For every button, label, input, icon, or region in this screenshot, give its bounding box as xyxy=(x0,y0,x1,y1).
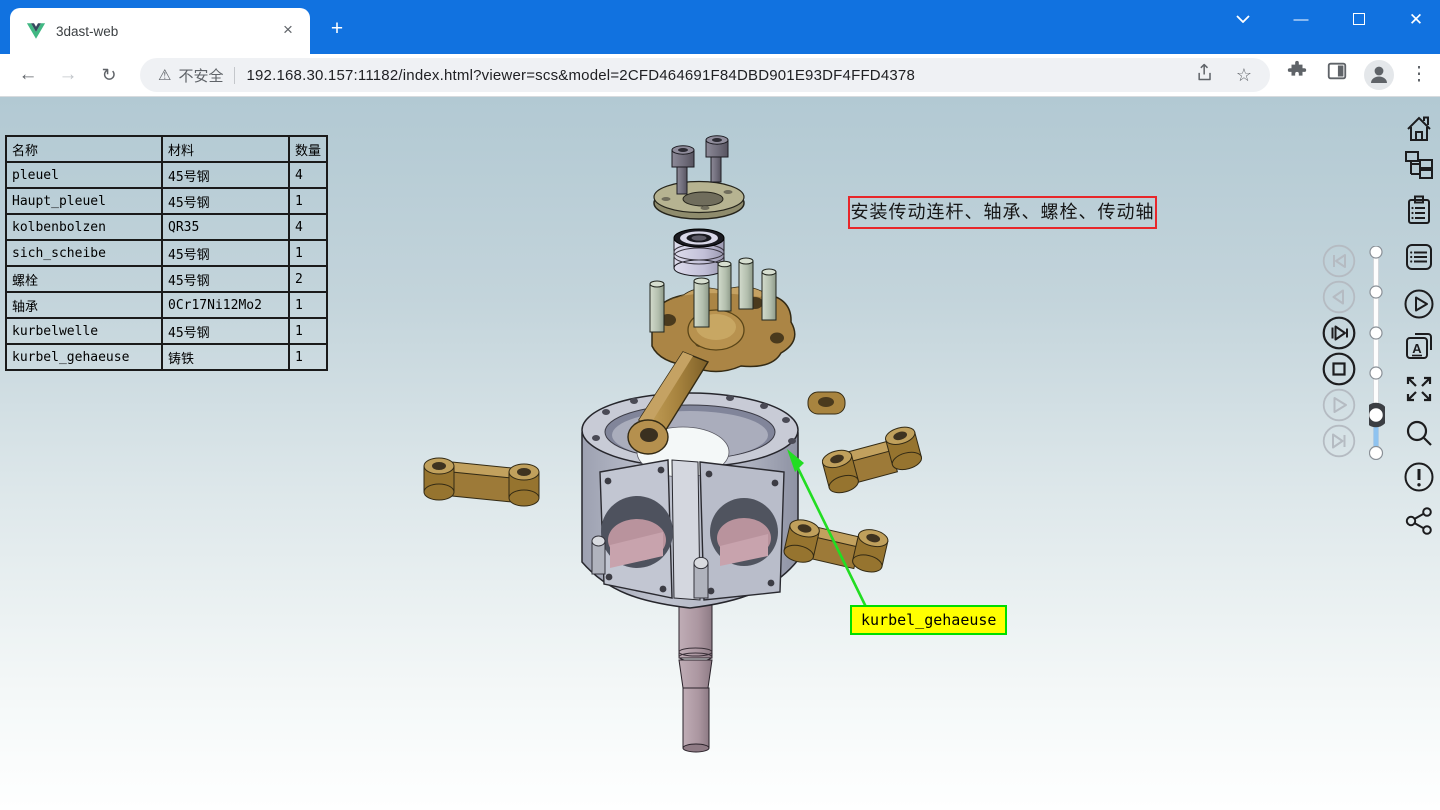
share-page-icon[interactable] xyxy=(1192,62,1218,88)
bom-cell: 1 xyxy=(289,188,327,214)
bom-cell: kolbenbolzen xyxy=(6,214,162,240)
bom-cell: 45号钢 xyxy=(162,318,289,344)
bom-cell: 45号钢 xyxy=(162,266,289,292)
stop-button[interactable] xyxy=(1322,352,1356,386)
bom-header-row: 名称 材料 数量 xyxy=(6,136,327,162)
part-kurbelwelle[interactable] xyxy=(679,596,712,752)
bom-cell: 45号钢 xyxy=(162,162,289,188)
auto-play-icon[interactable] xyxy=(1403,288,1435,320)
table-row: pleuel45号钢4 xyxy=(6,162,327,188)
bom-cell: QR35 xyxy=(162,214,289,240)
forward-button[interactable]: → xyxy=(53,60,83,90)
part-bearing[interactable] xyxy=(674,229,724,276)
clipboard-steps-icon[interactable] xyxy=(1403,194,1435,226)
new-tab-button[interactable]: + xyxy=(324,17,350,43)
omnibox-divider xyxy=(234,67,235,84)
maximize-icon xyxy=(1353,13,1365,25)
table-row: kolbenbolzenQR354 xyxy=(6,214,327,240)
bom-cell: 45号钢 xyxy=(162,240,289,266)
security-warning-icon: ⚠ xyxy=(158,66,171,84)
browser-tab[interactable]: 3dast-web × xyxy=(10,8,310,54)
table-row: sich_scheibe45号钢1 xyxy=(6,240,327,266)
table-row: 螺栓45号钢2 xyxy=(6,266,327,292)
bom-cell: 1 xyxy=(289,344,327,370)
part-label-callout[interactable]: kurbel_gehaeuse xyxy=(850,605,1007,635)
bom-table: 名称 材料 数量 pleuel45号钢4 Haupt_pleuel45号钢1 k… xyxy=(5,135,328,371)
info-warning-icon[interactable] xyxy=(1403,461,1435,493)
part-screw-right[interactable] xyxy=(706,136,728,182)
annotation-text-icon[interactable]: A xyxy=(1403,330,1435,362)
bom-cell: 铸铁 xyxy=(162,344,289,370)
extensions-puzzle-icon[interactable] xyxy=(1282,60,1312,90)
browser-titlebar: 3dast-web × + — ✕ xyxy=(0,0,1440,54)
profile-avatar[interactable] xyxy=(1364,60,1394,90)
part-pleuel-upper-right[interactable] xyxy=(819,424,925,495)
table-row: 轴承0Cr17Ni12Mo21 xyxy=(6,292,327,318)
browser-menu-kebab-icon[interactable]: ⋮ xyxy=(1404,60,1434,90)
previous-step-button[interactable] xyxy=(1322,280,1356,314)
security-label[interactable]: 不安全 xyxy=(178,65,223,86)
skip-to-end-button[interactable] xyxy=(1322,424,1356,458)
bom-cell: 1 xyxy=(289,240,327,266)
fullscreen-icon[interactable] xyxy=(1403,373,1435,405)
part-rod-eye-fragment[interactable] xyxy=(808,392,845,414)
svg-text:A: A xyxy=(1412,341,1422,356)
url-text[interactable]: 192.168.30.157:11182/index.html?viewer=s… xyxy=(246,67,915,84)
bom-header-cell: 数量 xyxy=(289,136,327,162)
bom-cell: kurbelwelle xyxy=(6,318,162,344)
step-slider[interactable] xyxy=(1369,246,1385,460)
window-close-button[interactable]: ✕ xyxy=(1401,8,1431,32)
table-row: kurbel_gehaeuse铸铁1 xyxy=(6,344,327,370)
bom-header-cell: 材料 xyxy=(162,136,289,162)
part-kurbel-gehaeuse[interactable] xyxy=(582,393,798,608)
bom-cell: 1 xyxy=(289,292,327,318)
tab-search-chevron-icon[interactable] xyxy=(1228,8,1258,32)
bom-cell: 2 xyxy=(289,266,327,292)
bom-cell: 45号钢 xyxy=(162,188,289,214)
bom-cell: 轴承 xyxy=(6,292,162,318)
home-icon[interactable] xyxy=(1403,113,1435,145)
skip-to-start-button[interactable] xyxy=(1322,244,1356,278)
play-button[interactable] xyxy=(1322,388,1356,422)
step-list-icon[interactable] xyxy=(1403,241,1435,273)
tab-title: 3dast-web xyxy=(56,24,278,39)
part-pleuel-left[interactable] xyxy=(424,458,539,506)
share-icon[interactable] xyxy=(1403,505,1435,537)
side-panel-icon[interactable] xyxy=(1322,60,1352,90)
reload-button[interactable]: ↻ xyxy=(94,60,124,90)
model-tree-icon[interactable] xyxy=(1403,149,1435,181)
bom-cell: pleuel xyxy=(6,162,162,188)
bookmark-star-icon[interactable]: ☆ xyxy=(1231,62,1257,88)
part-sich-scheibe[interactable] xyxy=(654,182,744,220)
step-annotation: 安装传动连杆、轴承、螺栓、传动轴 xyxy=(848,196,1157,229)
window-minimize-button[interactable]: — xyxy=(1286,8,1316,32)
vue-logo-icon xyxy=(26,22,46,40)
table-row: kurbelwelle45号钢1 xyxy=(6,318,327,344)
back-button[interactable]: ← xyxy=(13,60,43,90)
bom-cell: 4 xyxy=(289,162,327,188)
bom-cell: 1 xyxy=(289,318,327,344)
play-step-button[interactable] xyxy=(1322,316,1356,350)
zoom-search-icon[interactable] xyxy=(1403,418,1435,450)
slider-thumb[interactable] xyxy=(1369,406,1385,425)
tab-close-icon[interactable]: × xyxy=(278,21,298,41)
bom-cell: kurbel_gehaeuse xyxy=(6,344,162,370)
bom-cell: sich_scheibe xyxy=(6,240,162,266)
bom-cell: 0Cr17Ni12Mo2 xyxy=(162,292,289,318)
window-maximize-button[interactable] xyxy=(1344,8,1374,32)
table-row: Haupt_pleuel45号钢1 xyxy=(6,188,327,214)
bom-cell: 4 xyxy=(289,214,327,240)
address-bar[interactable]: ⚠ 不安全 192.168.30.157:11182/index.html?vi… xyxy=(140,58,1270,92)
bom-cell: 螺栓 xyxy=(6,266,162,292)
bom-cell: Haupt_pleuel xyxy=(6,188,162,214)
bom-header-cell: 名称 xyxy=(6,136,162,162)
